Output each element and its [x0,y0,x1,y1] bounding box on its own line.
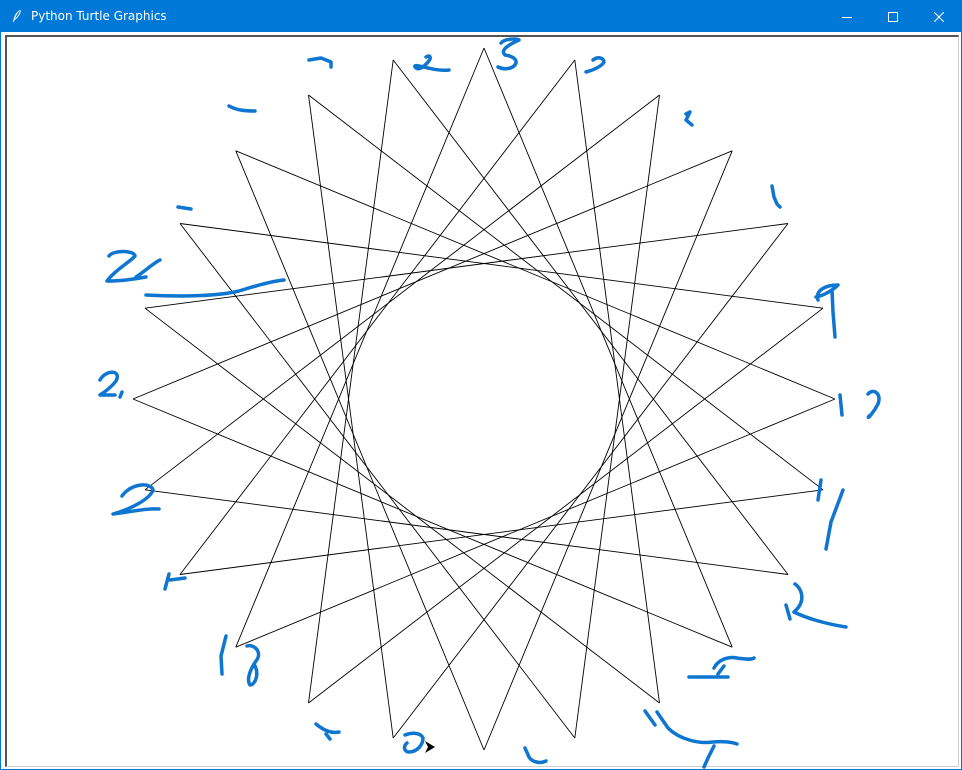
ink-stroke [643,709,739,769]
ink-stroke [584,56,606,74]
ink-stroke [413,54,451,72]
ink-stroke [163,572,187,591]
star-line [144,307,660,704]
star-line [132,150,733,400]
star-line [179,59,576,575]
ink-stroke [111,483,161,516]
star-line [235,150,485,751]
handwritten-annotations [98,37,881,769]
ink-stroke [496,37,521,71]
star-line [235,150,836,400]
ink-stroke [784,582,848,629]
star-line [483,47,733,648]
star-line [179,223,824,309]
star-line [179,223,576,739]
star-line [574,59,660,704]
ink-stroke [176,205,193,211]
star-line [308,59,394,704]
arrow-icon [425,741,435,753]
star-line [132,398,733,648]
ink-stroke [307,56,333,69]
drawing-layer [98,37,881,769]
star-line [144,489,789,575]
ink-stroke [838,389,881,420]
star-line [392,223,789,739]
ink-stroke [105,249,286,298]
ink-stroke [770,184,782,209]
ink-stroke [687,655,756,679]
ink-stroke [523,746,548,765]
turtle-star-drawing [132,47,836,751]
ink-stroke [402,731,425,754]
star-line [144,223,789,309]
star-line [235,47,485,648]
star-line [392,59,789,575]
star-line [308,307,824,704]
star-line [483,150,733,751]
star-line [308,94,394,739]
ink-stroke [98,370,124,399]
ink-stroke [227,104,257,113]
star-line [235,398,836,648]
ink-stroke [314,722,341,741]
star-line [179,489,824,575]
star-line [308,94,824,491]
star-line [574,94,660,739]
ink-stroke [219,634,261,687]
ink-stroke [684,110,694,127]
